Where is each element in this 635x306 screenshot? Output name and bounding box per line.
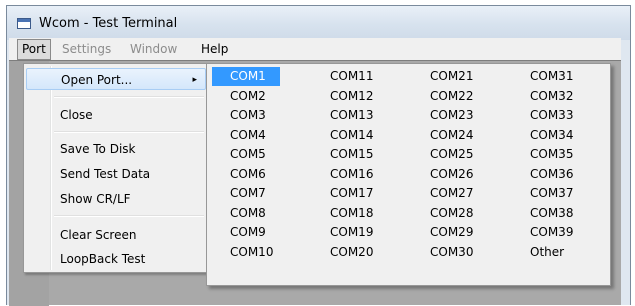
com-port-item[interactable]: COM38 — [512, 204, 580, 223]
com-port-item[interactable]: COM16 — [312, 165, 380, 184]
menu-item-show-crlf[interactable]: Show CR/LF — [26, 188, 206, 210]
menu-help[interactable]: Help — [201, 41, 228, 58]
menu-item-label: LoopBack Test — [60, 252, 146, 266]
com-port-item[interactable]: COM10 — [212, 243, 280, 262]
com-port-item[interactable]: COM29 — [412, 223, 480, 242]
com-port-item[interactable]: COM5 — [212, 145, 280, 164]
com-port-item[interactable]: COM23 — [412, 106, 480, 125]
com-port-item[interactable]: COM26 — [412, 165, 480, 184]
com-port-item[interactable]: COM14 — [312, 126, 380, 145]
menu-separator — [54, 215, 204, 217]
com-port-submenu: COM1 COM2 COM3 COM4 COM5 COM6 COM7 COM8 COM9 COM1… — [206, 63, 611, 286]
com-port-item[interactable]: COM34 — [512, 126, 580, 145]
menu-item-label: Save To Disk — [60, 142, 136, 156]
com-port-item[interactable]: COM37 — [512, 184, 580, 203]
com-port-item[interactable]: COM32 — [512, 87, 580, 106]
com-port-item[interactable]: COM15 — [312, 145, 380, 164]
com-port-item[interactable]: COM28 — [412, 204, 480, 223]
menu-item-label: Send Test Data — [60, 167, 151, 181]
title-bar[interactable]: Wcom - Test Terminal — [7, 6, 630, 40]
menu-item-clear-screen[interactable]: Clear Screen — [26, 224, 206, 246]
menu-item-label: Close — [60, 108, 93, 122]
com-port-item[interactable]: COM19 — [312, 223, 380, 242]
menu-item-label: Open Port... — [61, 73, 133, 87]
com-port-item[interactable]: COM30 — [412, 243, 480, 262]
com-port-item[interactable]: COM1 — [212, 67, 280, 86]
com-port-item[interactable]: COM27 — [412, 184, 480, 203]
port-dropdown-menu: Open Port... ▸ Close Save To Disk Send T… — [23, 63, 209, 273]
com-port-item[interactable]: COM9 — [212, 223, 280, 242]
menu-port[interactable]: Port — [17, 39, 51, 60]
submenu-arrow-icon: ▸ — [192, 75, 197, 85]
com-port-item[interactable]: COM24 — [412, 126, 480, 145]
com-port-item[interactable]: COM25 — [412, 145, 480, 164]
com-port-item[interactable]: COM3 — [212, 106, 280, 125]
menu-item-label: Clear Screen — [60, 228, 137, 242]
menu-item-open-port[interactable]: Open Port... ▸ — [26, 68, 206, 90]
menu-item-label: Show CR/LF — [60, 192, 131, 206]
com-port-item[interactable]: COM4 — [212, 126, 280, 145]
menu-item-close[interactable]: Close — [26, 104, 206, 126]
app-window-icon — [17, 18, 31, 29]
menu-separator — [54, 96, 204, 98]
com-port-item[interactable]: COM8 — [212, 204, 280, 223]
menu-settings[interactable]: Settings — [62, 41, 111, 58]
menu-item-loopback-test[interactable]: LoopBack Test — [26, 248, 206, 270]
com-port-item[interactable]: COM20 — [312, 243, 380, 262]
com-port-item[interactable]: COM6 — [212, 165, 280, 184]
com-port-item[interactable]: COM22 — [412, 87, 480, 106]
menu-item-save-to-disk[interactable]: Save To Disk — [26, 138, 206, 160]
com-port-item[interactable]: COM21 — [412, 67, 480, 86]
com-port-item[interactable]: COM17 — [312, 184, 380, 203]
com-port-item[interactable]: COM7 — [212, 184, 280, 203]
window-title: Wcom - Test Terminal — [39, 16, 178, 31]
com-port-item[interactable]: COM33 — [512, 106, 580, 125]
com-port-item[interactable]: COM2 — [212, 87, 280, 106]
com-port-item[interactable]: COM12 — [312, 87, 380, 106]
menu-separator — [54, 131, 204, 133]
com-port-item[interactable]: COM35 — [512, 145, 580, 164]
com-port-item[interactable]: COM36 — [512, 165, 580, 184]
menu-bar: Port Settings Window Help — [9, 38, 621, 60]
menu-item-send-test-data[interactable]: Send Test Data — [26, 163, 206, 185]
com-port-item[interactable]: COM11 — [312, 67, 380, 86]
menu-window[interactable]: Window — [130, 41, 177, 58]
com-port-item[interactable]: COM13 — [312, 106, 380, 125]
com-port-item[interactable]: COM39 — [512, 223, 580, 242]
com-port-item[interactable]: Other — [512, 243, 580, 262]
com-port-item[interactable]: COM18 — [312, 204, 380, 223]
com-port-item[interactable]: COM31 — [512, 67, 580, 86]
